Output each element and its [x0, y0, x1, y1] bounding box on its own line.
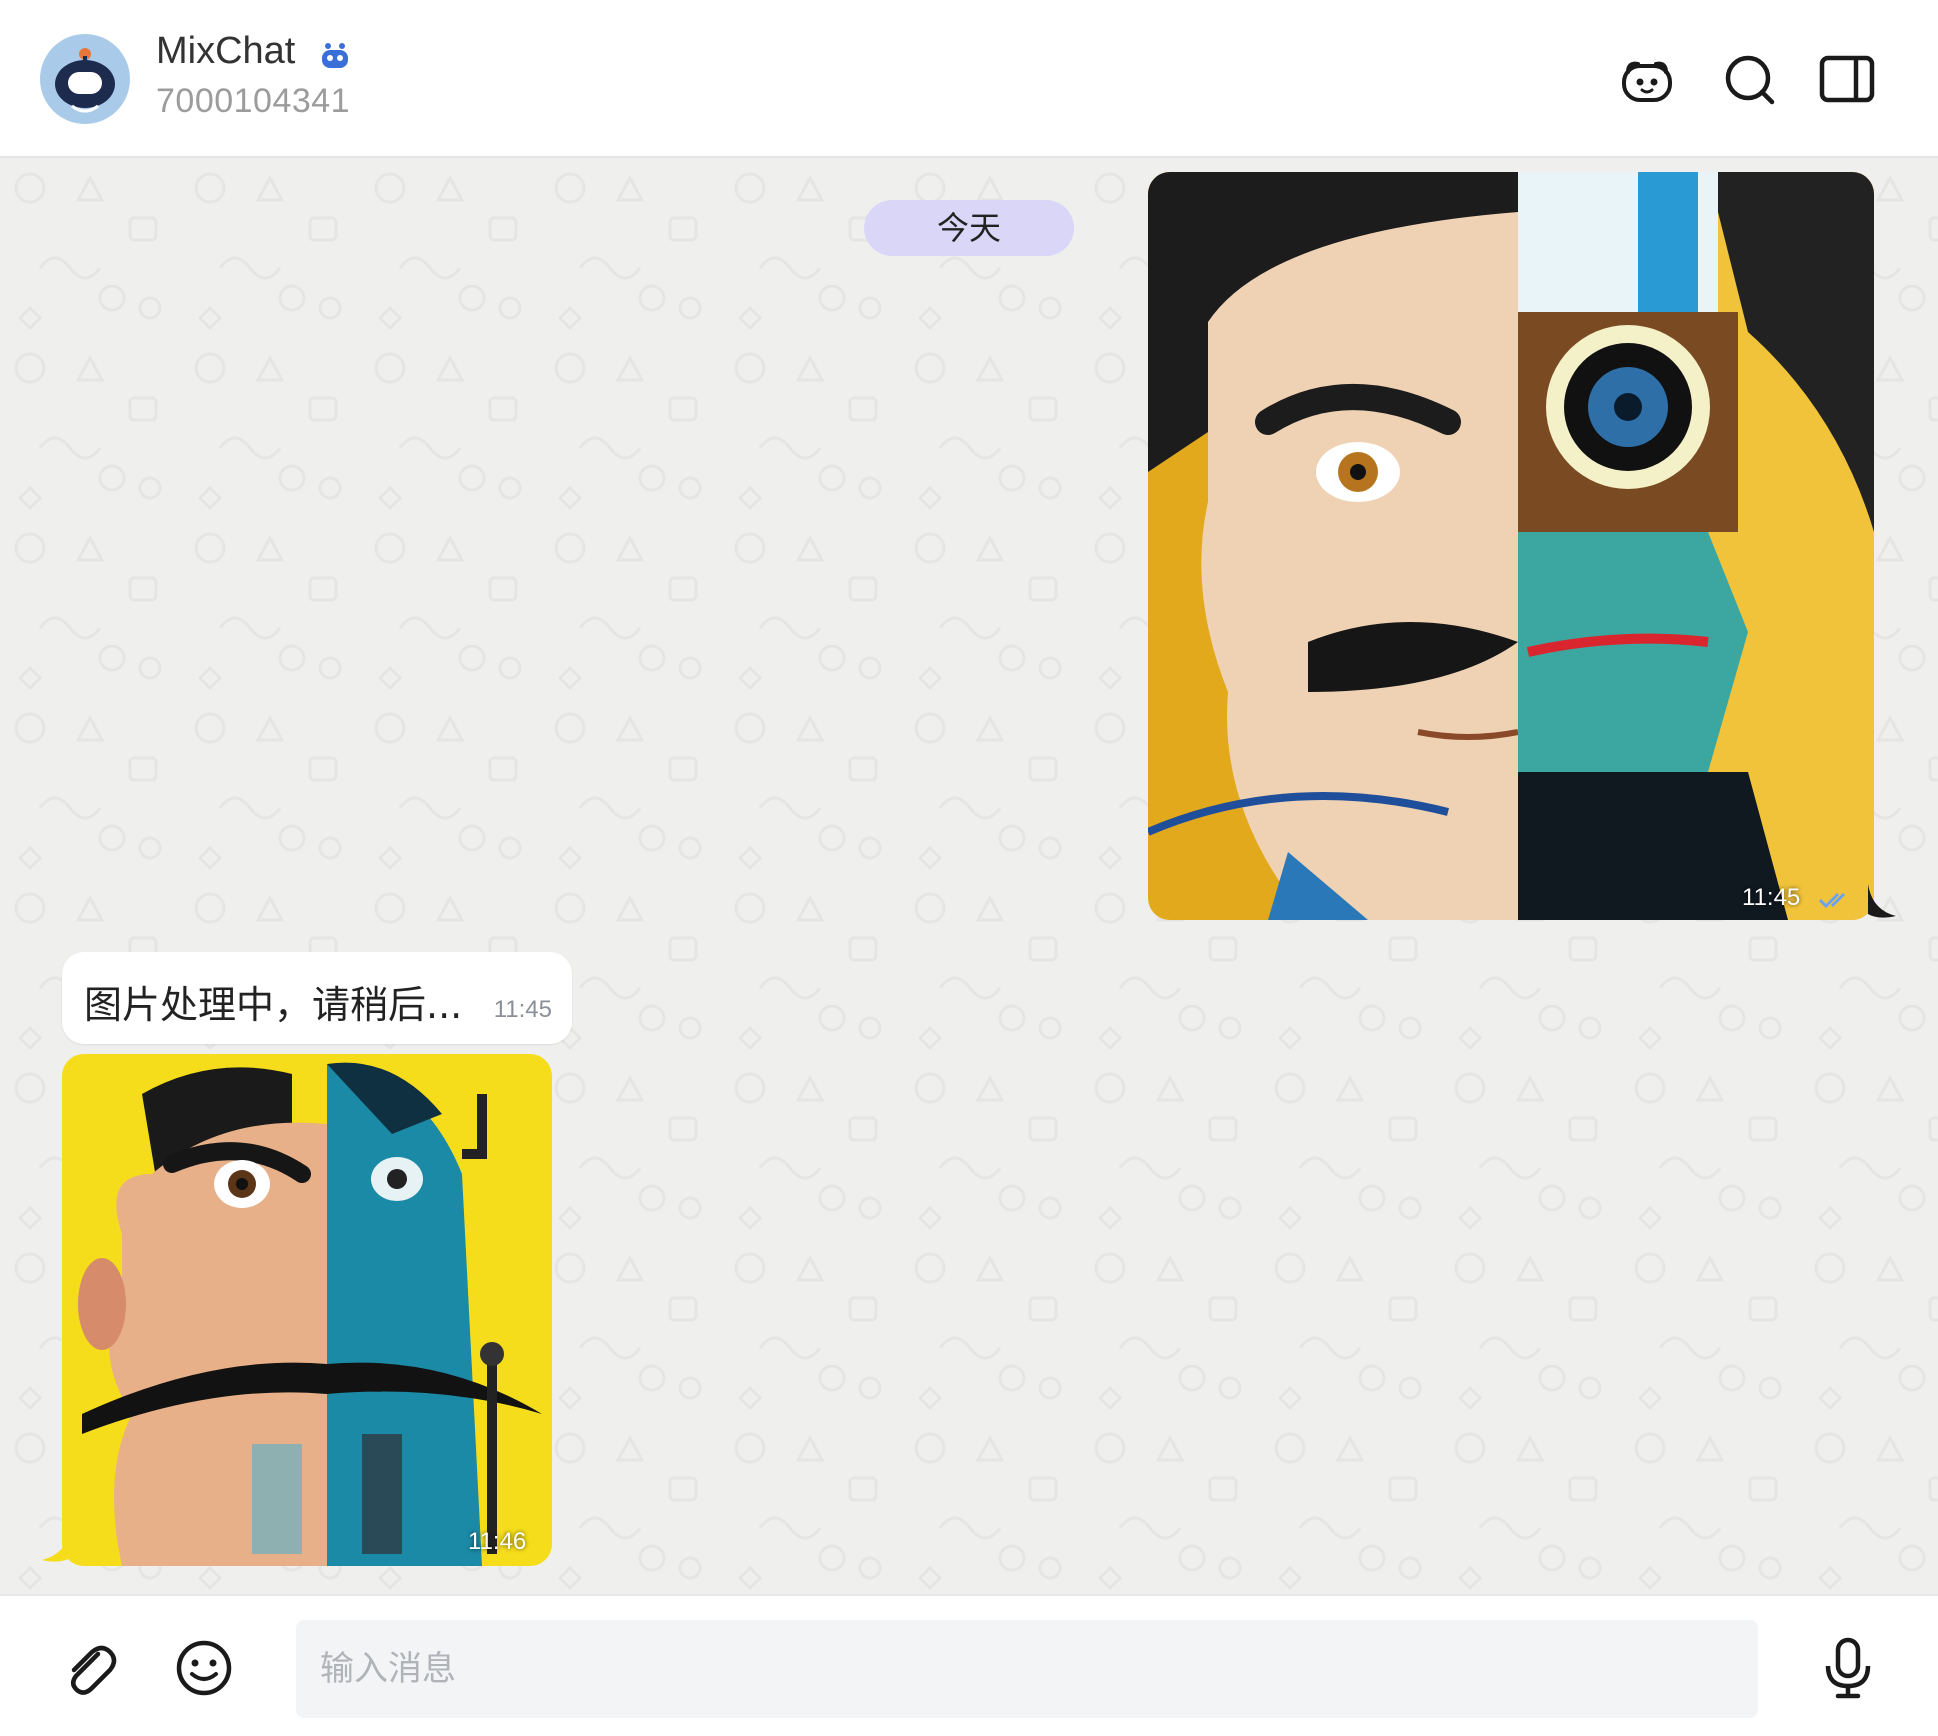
message-time: 11:45: [493, 996, 552, 1023]
bot-menu-icon[interactable]: [1618, 50, 1676, 108]
bubble-tail: [1868, 884, 1896, 918]
message-text: 图片处理中，请稍后...: [84, 983, 463, 1027]
outgoing-image-message[interactable]: 11:45: [1148, 172, 1874, 920]
paperclip-icon[interactable]: [60, 1640, 118, 1698]
read-receipt-icon: [1818, 892, 1846, 909]
chat-area[interactable]: 今天 11:45 图片处理中，请稍后... 11:45 11:46: [0, 158, 1938, 1594]
robot-icon: [55, 48, 115, 113]
message-image: [1148, 172, 1874, 920]
incoming-image-message[interactable]: 11:46: [62, 1054, 552, 1566]
bot-badge-icon: [322, 43, 348, 68]
message-time: 11:45: [1742, 884, 1801, 911]
message-input[interactable]: [296, 1620, 1758, 1718]
chat-id: 7000104341: [156, 82, 351, 120]
message-image: [62, 1054, 552, 1566]
avatar[interactable]: [40, 34, 130, 124]
microphone-icon[interactable]: [1820, 1636, 1876, 1700]
chat-header: MixChat 7000104341: [0, 0, 1938, 158]
incoming-text-message[interactable]: 图片处理中，请稍后... 11:45: [62, 952, 572, 1044]
bubble-tail: [42, 1530, 70, 1562]
date-divider: 今天: [864, 200, 1074, 256]
emoji-icon[interactable]: [174, 1638, 234, 1698]
sidebar-toggle-icon[interactable]: [1818, 50, 1876, 108]
message-composer: [0, 1594, 1938, 1736]
search-icon[interactable]: [1720, 50, 1778, 108]
chat-title: MixChat: [156, 30, 296, 72]
message-time: 11:46: [468, 1528, 527, 1555]
